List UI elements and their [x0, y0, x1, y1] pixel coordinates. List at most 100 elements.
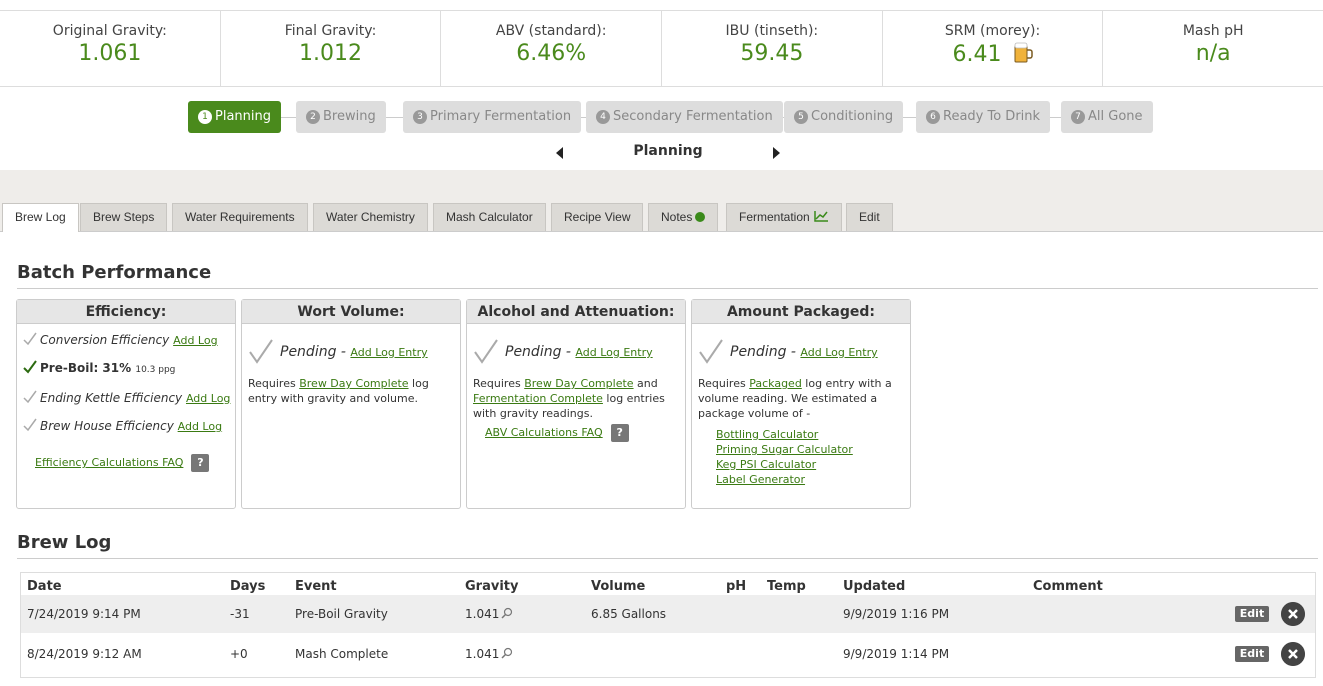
table-row: 7/24/2019 9:14 PM -31 Pre-Boil Gravity 1…	[21, 595, 1315, 633]
previous-status-arrow-icon[interactable]	[556, 147, 563, 159]
tab-recipe-view[interactable]: Recipe View	[551, 203, 644, 231]
stat-value: 1.012	[299, 41, 362, 66]
stat-value: n/a	[1195, 41, 1231, 66]
stat-abv: ABV (standard): 6.46%	[441, 11, 663, 86]
stat-srm: SRM (morey): 6.41	[883, 11, 1104, 86]
step-all-gone[interactable]: 7 All Gone	[1061, 101, 1153, 133]
notes-indicator-dot-icon	[695, 212, 706, 222]
edit-button[interactable]: Edit	[1235, 646, 1269, 662]
step-primary-fermentation[interactable]: 3 Primary Fermentation	[403, 101, 582, 133]
step-brewing[interactable]: 2 Brewing	[296, 101, 386, 133]
check-icon	[23, 390, 37, 404]
tab-edit[interactable]: Edit	[846, 203, 893, 231]
brew-log-title: Brew Log	[17, 532, 112, 553]
add-log-entry-link[interactable]: Add Log Entry	[575, 346, 652, 359]
efficiency-faq-link[interactable]: Efficiency Calculations FAQ	[35, 456, 183, 469]
step-label: Planning	[215, 109, 271, 124]
step-number: 3	[413, 110, 427, 124]
stat-ibu: IBU (tinseth): 59.45	[662, 11, 883, 86]
stat-value-row: 6.41	[883, 41, 1103, 67]
fermentation-complete-link[interactable]: Fermentation Complete	[473, 392, 603, 405]
keg-psi-calculator-link[interactable]: Keg PSI Calculator	[716, 457, 904, 472]
stat-value: 6.46%	[516, 41, 587, 66]
stats-bar: Original Gravity: 1.061 Final Gravity: 1…	[0, 10, 1323, 87]
col-date: Date	[27, 579, 62, 594]
step-number: 2	[306, 110, 320, 124]
pending-row: Pending - Add Log Entry	[248, 338, 454, 364]
help-button[interactable]: ?	[191, 454, 210, 472]
pending-label: Pending -	[730, 344, 796, 360]
col-updated: Updated	[843, 579, 906, 594]
preboil-efficiency-row: Pre-Boil: 31% 10.3 ppg	[23, 360, 229, 378]
requirement-prefix: Requires	[473, 377, 521, 390]
card-title: Efficiency:	[17, 300, 235, 324]
delete-x-icon[interactable]	[1281, 602, 1305, 626]
requirement-mid: and	[637, 377, 658, 390]
tab-mash-calculator[interactable]: Mash Calculator	[433, 203, 546, 231]
stat-final-gravity: Final Gravity: 1.012	[221, 11, 442, 86]
cell-date: 7/24/2019 9:14 PM	[27, 607, 141, 621]
brew-day-complete-link[interactable]: Brew Day Complete	[524, 377, 633, 390]
step-number: 1	[198, 110, 212, 124]
packaged-link[interactable]: Packaged	[749, 377, 802, 390]
add-log-entry-link[interactable]: Add Log Entry	[350, 346, 427, 359]
preboil-ppg: 10.3 ppg	[135, 365, 176, 375]
calculator-links: Bottling Calculator Priming Sugar Calcul…	[716, 427, 904, 487]
ending-kettle-efficiency-label: Ending Kettle Efficiency	[40, 391, 183, 405]
check-icon	[23, 360, 37, 374]
add-log-link[interactable]: Add Log	[186, 392, 230, 405]
step-secondary-fermentation[interactable]: 4 Secondary Fermentation	[586, 101, 783, 133]
step-label: Primary Fermentation	[430, 109, 572, 124]
col-ph: pH	[726, 579, 747, 594]
step-number: 7	[1071, 110, 1085, 124]
step-planning[interactable]: 1 Planning	[188, 101, 281, 133]
alcohol-attenuation-card: Alcohol and Attenuation: Pending - Add L…	[466, 299, 686, 509]
magnifier-icon[interactable]	[501, 647, 513, 659]
check-icon	[23, 332, 37, 346]
check-icon	[474, 339, 498, 364]
add-log-link[interactable]: Add Log	[178, 420, 222, 433]
tab-notes[interactable]: Notes	[648, 203, 719, 231]
add-log-entry-link[interactable]: Add Log Entry	[800, 346, 877, 359]
check-icon	[699, 339, 723, 364]
stat-value: 59.45	[740, 41, 804, 66]
priming-sugar-calculator-link[interactable]: Priming Sugar Calculator	[716, 442, 904, 457]
efficiency-card: Efficiency: Conversion Efficiency Add Lo…	[16, 299, 236, 509]
help-button[interactable]: ?	[610, 424, 629, 442]
amount-packaged-card: Amount Packaged: Pending - Add Log Entry…	[691, 299, 911, 509]
cell-days: -31	[230, 607, 250, 621]
step-label: Ready To Drink	[943, 109, 1041, 124]
brew-house-efficiency-row: Brew House Efficiency Add Log	[23, 418, 229, 434]
edit-button[interactable]: Edit	[1235, 606, 1269, 622]
tab-label: Fermentation	[739, 210, 810, 224]
next-status-arrow-icon[interactable]	[773, 147, 780, 159]
cell-updated: 9/9/2019 1:14 PM	[843, 647, 950, 661]
tab-water-chemistry[interactable]: Water Chemistry	[313, 203, 428, 231]
requirement-prefix: Requires	[698, 377, 746, 390]
tab-fermentation[interactable]: Fermentation	[726, 203, 842, 231]
brew-day-complete-link[interactable]: Brew Day Complete	[299, 377, 408, 390]
brew-house-efficiency-label: Brew House Efficiency	[40, 419, 174, 433]
tab-brew-log[interactable]: Brew Log	[2, 203, 79, 232]
abv-faq-row: ABV Calculations FAQ?	[485, 424, 679, 442]
label-generator-link[interactable]: Label Generator	[716, 472, 904, 487]
card-title: Amount Packaged:	[692, 300, 910, 324]
magnifier-icon[interactable]	[501, 607, 513, 619]
conversion-efficiency-label: Conversion Efficiency	[40, 333, 170, 347]
gravity-value: 1.041	[465, 647, 500, 661]
pending-row: Pending - Add Log Entry	[473, 338, 679, 364]
delete-x-icon[interactable]	[1281, 642, 1305, 666]
bottling-calculator-link[interactable]: Bottling Calculator	[716, 427, 904, 442]
add-log-link[interactable]: Add Log	[173, 334, 217, 347]
stat-label: Mash pH	[1182, 23, 1244, 39]
abv-faq-link[interactable]: ABV Calculations FAQ	[485, 426, 603, 439]
step-conditioning[interactable]: 5 Conditioning	[784, 101, 904, 133]
stat-label: Final Gravity:	[284, 23, 377, 39]
step-label: Conditioning	[811, 109, 894, 124]
current-status-nav: Planning	[0, 143, 1323, 163]
tab-brew-steps[interactable]: Brew Steps	[80, 203, 168, 231]
step-ready-to-drink[interactable]: 6 Ready To Drink	[916, 101, 1051, 133]
pending-label: Pending -	[280, 344, 346, 360]
tab-water-requirements[interactable]: Water Requirements	[172, 203, 308, 231]
stat-label: SRM (morey):	[944, 23, 1041, 39]
